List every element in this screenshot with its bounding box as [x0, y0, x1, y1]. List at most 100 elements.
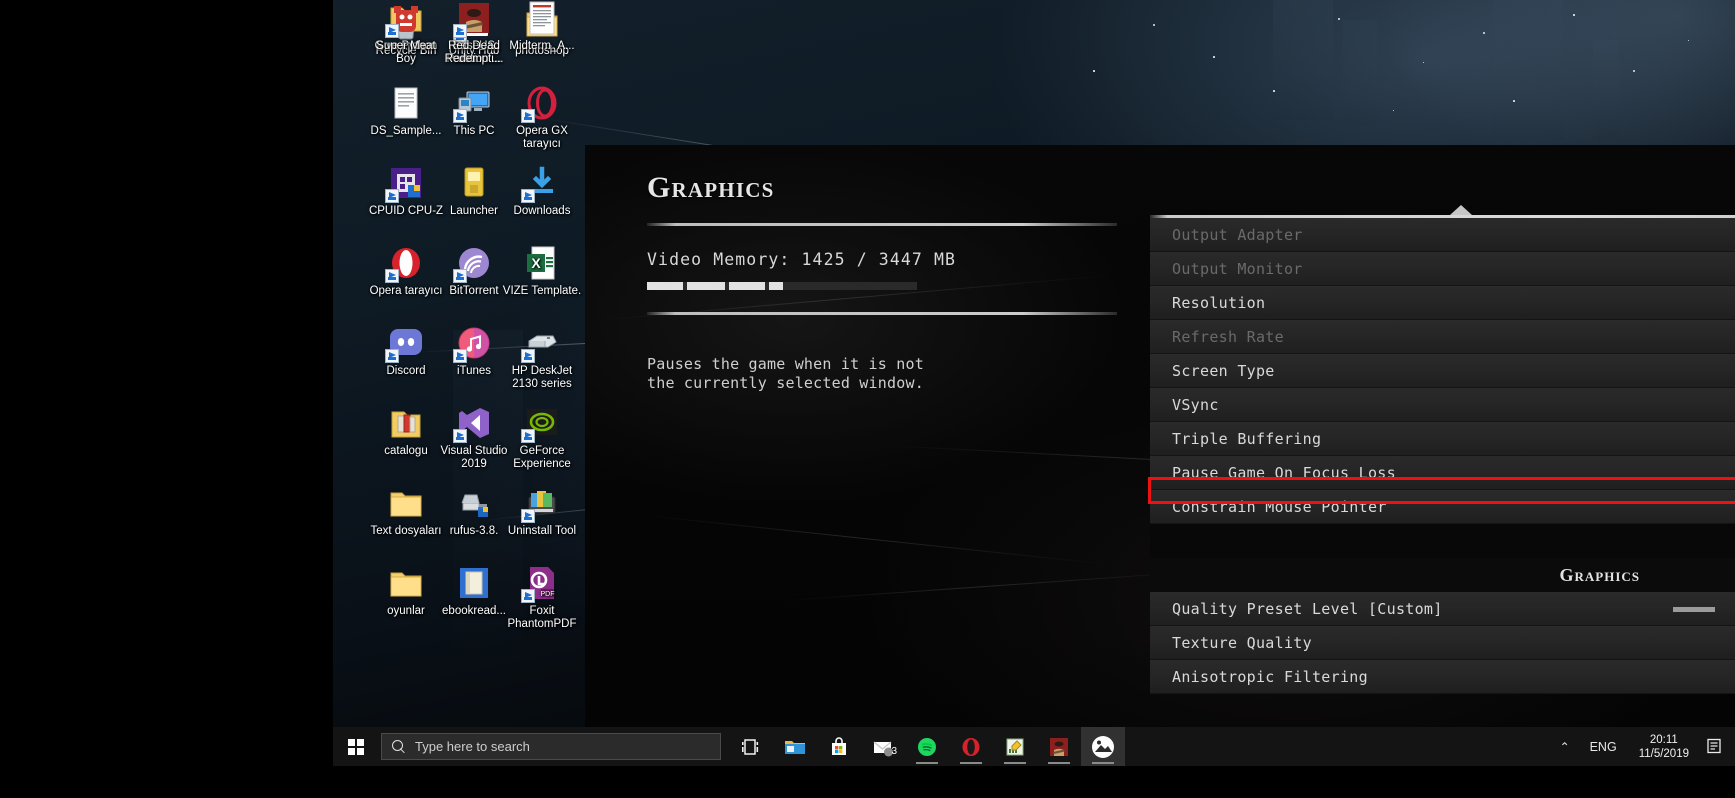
- desktop-icon-label: Downloads: [502, 205, 582, 218]
- game-settings-overlay: Graphics Video Memory: 1425 / 3447 MB Pa…: [585, 145, 1735, 727]
- taskbar-mail-icon[interactable]: 3: [861, 727, 905, 766]
- desktop-icon-label: Foxit PhantomPDF: [502, 605, 582, 631]
- excel-icon: X: [524, 245, 560, 281]
- discord-icon: [388, 325, 424, 361]
- shortcut-overlay-icon: [453, 429, 467, 443]
- settings-row-triple-buffering[interactable]: Triple Buffering: [1150, 422, 1735, 456]
- ebook-reader-icon: [456, 565, 492, 601]
- settings-row-quality-preset-level-custom[interactable]: Quality Preset Level [Custom]: [1150, 592, 1735, 626]
- settings-row-label: Refresh Rate: [1172, 328, 1284, 346]
- red-dead-redemption-icon: [456, 0, 492, 36]
- taskbar-running-indicator: [960, 762, 982, 764]
- settings-row-texture-quality[interactable]: Texture Quality: [1150, 626, 1735, 660]
- settings-spacer: [1150, 524, 1735, 558]
- cpuz-icon: [388, 165, 424, 201]
- taskbar-red-dead-redemption-icon[interactable]: [1037, 727, 1081, 766]
- taskbar-task-view-icon[interactable]: [729, 727, 773, 766]
- settings-section-header: Graphics: [1150, 558, 1735, 592]
- opera-gx-icon: [524, 85, 560, 121]
- graphics-info-panel: Graphics Video Memory: 1425 / 3447 MB Pa…: [647, 171, 1117, 393]
- search-icon: [392, 740, 405, 753]
- visual-studio-icon: [456, 405, 492, 441]
- shortcut-overlay-icon: [385, 189, 399, 203]
- settings-row-label: Resolution: [1172, 294, 1265, 312]
- screen-root: Recycle BinUnity HubphotoshopDS_Sample..…: [0, 0, 1735, 798]
- taskbar-game-window-icon[interactable]: [1081, 727, 1125, 766]
- shortcut-overlay-icon: [521, 509, 535, 523]
- usb-icon: [456, 485, 492, 521]
- opera-icon: [388, 245, 424, 281]
- video-memory-used: 1425: [802, 250, 846, 269]
- search-input[interactable]: Type here to search: [381, 733, 721, 760]
- word-document-icon: [524, 0, 560, 36]
- taskbar-badge-count: 3: [891, 746, 897, 757]
- settings-row-slider[interactable]: [1673, 607, 1715, 612]
- bittorrent-icon: [456, 245, 492, 281]
- folder-icon: [388, 485, 424, 521]
- settings-row-vsync[interactable]: VSync: [1150, 388, 1735, 422]
- desktop-icon-label: Uninstall Tool: [502, 525, 582, 538]
- settings-row-pause-game-on-focus-loss[interactable]: Pause Game On Focus Loss: [1150, 456, 1735, 490]
- folder-icon: [388, 565, 424, 601]
- document-icon: [388, 85, 424, 121]
- shortcut-overlay-icon: [453, 349, 467, 363]
- taskbar-microsoft-store-icon[interactable]: [817, 727, 861, 766]
- settings-rows: Output Adapter Output Monitor Resolution Re…: [1150, 218, 1735, 694]
- taskbar-opera-icon[interactable]: [949, 727, 993, 766]
- shortcut-overlay-icon: [521, 429, 535, 443]
- desktop-icon-label: VIZE Template.: [502, 285, 582, 298]
- desktop-icon-foxit-phantompdf[interactable]: PDFFoxit PhantomPDF: [502, 565, 582, 631]
- launcher-icon: [456, 165, 492, 201]
- settings-row-output-monitor: Output Monitor: [1150, 252, 1735, 286]
- language-indicator[interactable]: ENG: [1578, 740, 1629, 754]
- settings-row-label: Pause Game On Focus Loss: [1172, 464, 1396, 482]
- clock-time: 20:11: [1639, 733, 1689, 747]
- desktop-icon-uninstall-tool[interactable]: Uninstall Tool: [502, 485, 582, 538]
- desktop-icon-vize-template[interactable]: X VIZE Template.: [502, 245, 582, 298]
- start-button[interactable]: [333, 727, 379, 766]
- taskbar-spotify-icon[interactable]: [905, 727, 949, 766]
- video-memory-readout: Video Memory: 1425 / 3447 MB: [647, 250, 1117, 269]
- section-label: Graphics: [1559, 565, 1640, 585]
- this-pc-icon: [456, 85, 492, 121]
- shortcut-overlay-icon: [385, 24, 399, 38]
- desktop-icon-midterm-a[interactable]: Midterm_A...: [502, 0, 582, 53]
- video-memory-unit: MB: [934, 250, 956, 269]
- settings-row-label: Output Monitor: [1172, 260, 1303, 278]
- shortcut-overlay-icon: [453, 24, 467, 38]
- desktop-icon-geforce-experience[interactable]: GeForce Experience: [502, 405, 582, 471]
- downloads-icon: [524, 165, 560, 201]
- desktop-icon-downloads[interactable]: Downloads: [502, 165, 582, 218]
- settings-row-label: Output Adapter: [1172, 226, 1303, 244]
- video-memory-separator: /: [857, 250, 868, 269]
- settings-row-label: Anisotropic Filtering: [1172, 668, 1368, 686]
- taskbar-file-explorer-icon[interactable]: [773, 727, 817, 766]
- page-title: Graphics: [647, 171, 1117, 205]
- taskbar-notepad-plus-icon[interactable]: [993, 727, 1037, 766]
- search-placeholder: Type here to search: [415, 739, 530, 754]
- settings-row-output-adapter: Output Adapter: [1150, 218, 1735, 252]
- settings-row-label: Triple Buffering: [1172, 430, 1321, 448]
- desktop-icon-red-dead-redempti[interactable]: Red Dead Redempti...: [434, 0, 514, 66]
- shortcut-overlay-icon: [453, 109, 467, 123]
- windows-start-icon: [348, 739, 364, 755]
- desktop-icon-opera-gx-taray-c[interactable]: Opera GX tarayıcı: [502, 85, 582, 151]
- settings-row-label: VSync: [1172, 396, 1219, 414]
- settings-row-resolution[interactable]: Resolution: [1150, 286, 1735, 320]
- desktop-icon-hp-deskjet-2130-series[interactable]: HP DeskJet 2130 series: [502, 325, 582, 391]
- shortcut-overlay-icon: [521, 349, 535, 363]
- action-center-icon[interactable]: [1699, 738, 1729, 755]
- clock[interactable]: 20:11 11/5/2019: [1629, 733, 1699, 761]
- shortcut-overlay-icon: [521, 589, 535, 603]
- show-hidden-icons-chevron[interactable]: ⌃: [1552, 740, 1578, 754]
- desktop-icon-label: Opera GX tarayıcı: [502, 125, 582, 151]
- video-memory-total: 3447: [879, 250, 923, 269]
- desktop-icon-label: GeForce Experience: [502, 445, 582, 471]
- super-meat-boy-icon: [388, 0, 424, 36]
- settings-row-label: Constrain Mouse Pointer: [1172, 498, 1387, 516]
- settings-row-anisotropic-filtering[interactable]: Anisotropic Filtering: [1150, 660, 1735, 694]
- settings-row-label: Quality Preset Level [Custom]: [1172, 600, 1443, 618]
- settings-row-screen-type[interactable]: Screen Type: [1150, 354, 1735, 388]
- settings-row-constrain-mouse-pointer[interactable]: Constrain Mouse Pointer: [1150, 490, 1735, 524]
- taskbar: Type here to search 3 ⌃ ENG 20:11 11/5/2…: [333, 727, 1735, 766]
